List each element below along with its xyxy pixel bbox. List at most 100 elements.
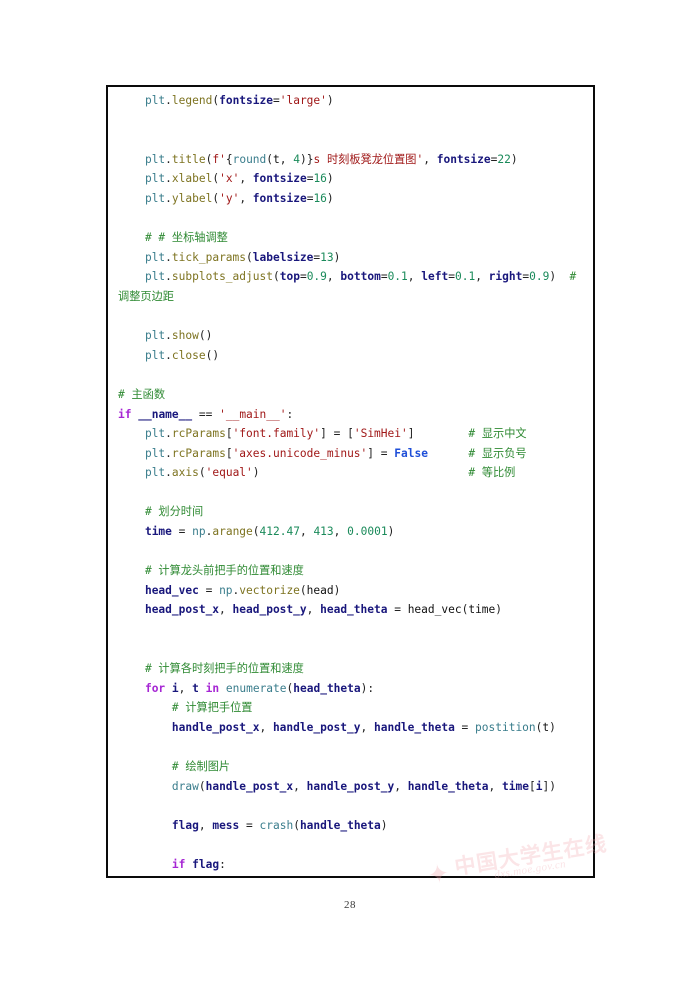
code-token: . bbox=[165, 446, 172, 460]
code-token: # 显示中文 bbox=[414, 427, 527, 441]
code-token: . bbox=[165, 250, 172, 264]
code-token: , bbox=[423, 152, 437, 166]
code-token: 0.9 bbox=[529, 270, 550, 284]
code-token: # 主函数 bbox=[118, 387, 166, 401]
code-token: ylabel bbox=[171, 191, 213, 205]
code-token: handle_theta bbox=[299, 818, 381, 832]
code-token: = bbox=[374, 446, 395, 460]
code-token: = bbox=[299, 270, 307, 284]
code-token: crash bbox=[259, 818, 294, 832]
code-token: # 绘制图片 bbox=[171, 760, 231, 774]
code-token: = bbox=[239, 818, 260, 832]
code-token: ( bbox=[252, 525, 260, 539]
code-token: # 等比例 bbox=[259, 466, 516, 480]
code-token: . bbox=[165, 152, 172, 166]
code-token: head bbox=[306, 583, 334, 597]
code-token: , bbox=[394, 779, 408, 793]
code-token: i bbox=[171, 681, 179, 695]
code-token: head_vec bbox=[144, 583, 199, 597]
code-token: enumerate bbox=[225, 681, 287, 695]
code-token: 13 bbox=[320, 250, 334, 264]
code-token: handle_post_x bbox=[205, 779, 294, 793]
code-token: == bbox=[198, 407, 213, 421]
code-line: plt.subplots_adjust(top=0.9, bottom=0.1,… bbox=[118, 267, 591, 306]
code-token: # 显示负号 bbox=[427, 446, 527, 460]
code-token: , bbox=[306, 603, 321, 617]
code-line: plt.rcParams['axes.unicode_minus'] = Fal… bbox=[118, 444, 591, 464]
code-token: 'large' bbox=[279, 94, 327, 107]
code-token: : bbox=[367, 681, 375, 695]
code-token: = bbox=[448, 270, 455, 284]
code-token: time bbox=[144, 525, 172, 539]
code-token: { bbox=[225, 152, 233, 166]
code-token: # 计算各时刻把手的位置和速度 bbox=[144, 662, 304, 676]
code-token: for bbox=[144, 681, 166, 695]
code-token: fontsize bbox=[252, 172, 307, 186]
code-token: plt bbox=[144, 446, 166, 460]
code-token: xlabel bbox=[171, 172, 213, 186]
page-number: 28 bbox=[344, 899, 356, 911]
code-token: , bbox=[407, 270, 422, 284]
code-token: ) bbox=[495, 603, 503, 617]
code-line: draw(handle_post_x, handle_post_y, handl… bbox=[118, 777, 591, 797]
code-token: rcParams bbox=[171, 427, 226, 441]
code-token: round bbox=[232, 152, 267, 166]
code-token: = bbox=[326, 427, 348, 441]
code-token: head_theta bbox=[293, 681, 361, 695]
code-token: handle_post_y bbox=[272, 721, 361, 734]
code-token: () bbox=[198, 329, 213, 343]
code-token: plt bbox=[144, 94, 166, 107]
code-token: 'font.family' bbox=[232, 427, 321, 441]
code-token: 'x' bbox=[219, 172, 240, 186]
code-token: = bbox=[171, 525, 193, 539]
code-token: tick_params bbox=[171, 250, 247, 264]
code-token: np bbox=[219, 583, 233, 597]
code-token: title bbox=[171, 152, 206, 166]
code-token: head_theta bbox=[320, 603, 388, 617]
code-token: 16 bbox=[313, 172, 327, 186]
code-token: handle_theta bbox=[407, 779, 489, 793]
code-token: head_post_x bbox=[144, 603, 220, 617]
code-token: , bbox=[293, 779, 307, 793]
code-token: . bbox=[165, 172, 172, 186]
code-token: , bbox=[333, 525, 348, 539]
code-token: plt bbox=[144, 466, 166, 480]
code-token: 413 bbox=[313, 525, 334, 539]
code-line: plt.tick_params(labelsize=13) bbox=[118, 248, 591, 268]
code-token: } bbox=[306, 152, 314, 166]
code-token: 0.9 bbox=[306, 270, 327, 284]
code-token: ( bbox=[299, 583, 307, 597]
code-token: = bbox=[380, 270, 388, 284]
code-token: flag bbox=[192, 858, 220, 872]
code-token: plt bbox=[144, 329, 166, 343]
code-token: () bbox=[205, 348, 220, 362]
code-token: labelsize bbox=[252, 250, 314, 264]
code-token: head_vec bbox=[407, 603, 462, 617]
code-listing-frame: plt.legend(fontsize='large') plt.title(f… bbox=[106, 85, 595, 878]
code-token: , bbox=[239, 191, 253, 205]
code-token: : bbox=[286, 407, 294, 421]
code-token: ) bbox=[326, 191, 334, 205]
code-token: , bbox=[475, 270, 489, 284]
code-line: plt.axis('equal') # 等比例 bbox=[118, 463, 591, 483]
code-line: # 划分时间 bbox=[118, 502, 591, 522]
code-token: plt bbox=[144, 172, 166, 186]
code-token: fontsize bbox=[252, 191, 307, 205]
code-token: , bbox=[279, 152, 294, 166]
